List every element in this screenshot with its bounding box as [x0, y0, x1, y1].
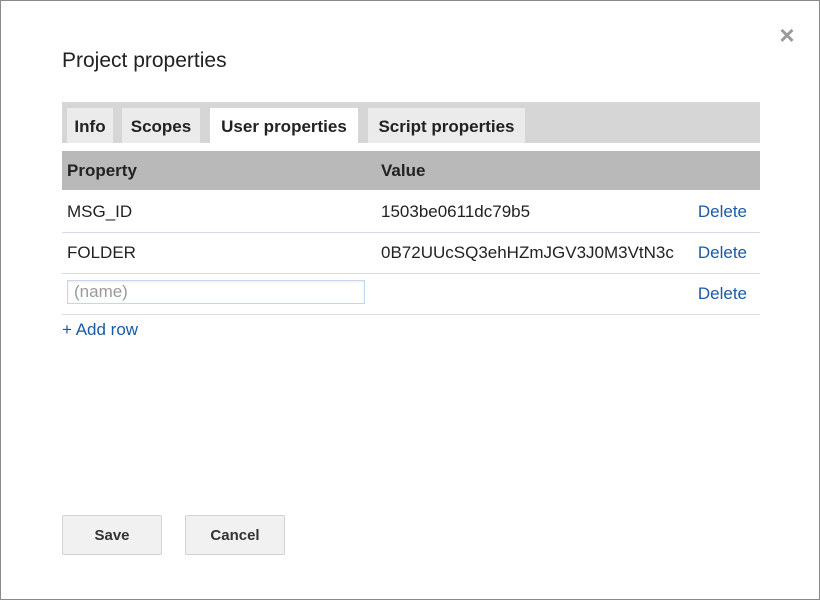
property-name: FOLDER — [67, 243, 136, 262]
tab-user-properties[interactable]: User properties — [210, 108, 358, 143]
table-row: MSG_ID 1503be0611dc79b5 Delete — [62, 191, 760, 233]
column-header-property: Property — [67, 161, 137, 180]
table-header: Property Value — [62, 151, 760, 190]
cancel-button[interactable]: Cancel — [185, 515, 285, 555]
delete-link[interactable]: Delete — [693, 202, 747, 222]
close-icon[interactable]: × — [776, 22, 798, 48]
tab-scopes[interactable]: Scopes — [122, 108, 200, 143]
project-properties-dialog: × Project properties Info Scopes User pr… — [0, 0, 820, 600]
table-row: FOLDER 0B72UUcSQ3ehHZmJGV3J0M3VtN3c Dele… — [62, 232, 760, 274]
tab-info[interactable]: Info — [67, 108, 113, 143]
delete-link[interactable]: Delete — [693, 243, 747, 263]
property-name-input[interactable] — [67, 280, 365, 304]
tab-script-properties[interactable]: Script properties — [368, 108, 525, 143]
table-row-new: Delete — [62, 273, 760, 315]
dialog-title: Project properties — [62, 49, 227, 72]
save-button[interactable]: Save — [62, 515, 162, 555]
property-value: 1503be0611dc79b5 — [381, 202, 531, 221]
tab-bar: Info Scopes User properties Script prope… — [62, 102, 760, 143]
property-value: 0B72UUcSQ3ehHZmJGV3J0M3VtN3c — [381, 243, 674, 262]
column-header-value: Value — [381, 161, 426, 180]
add-row-link[interactable]: + Add row — [62, 320, 138, 340]
delete-link[interactable]: Delete — [693, 284, 747, 304]
property-name: MSG_ID — [67, 202, 133, 221]
